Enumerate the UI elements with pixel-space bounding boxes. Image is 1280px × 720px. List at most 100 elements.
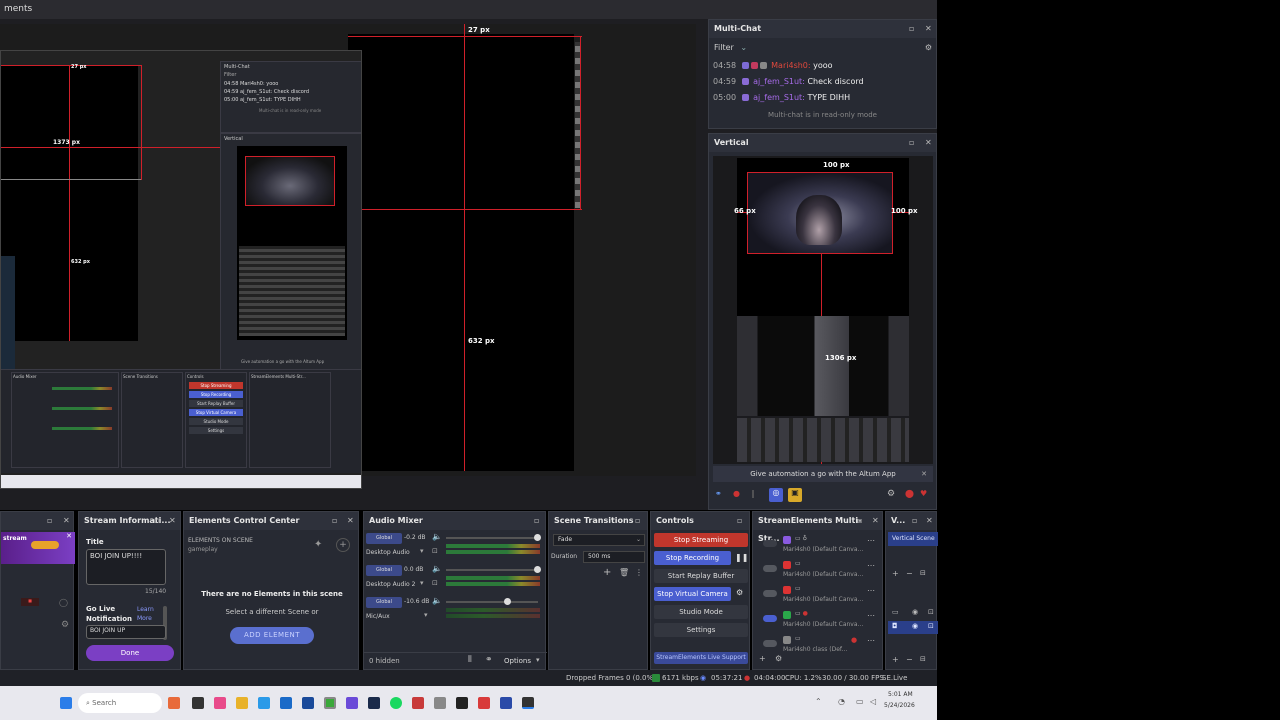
- studio-icon[interactable]: ▣: [788, 488, 802, 502]
- close-icon[interactable]: ✕: [926, 512, 933, 530]
- altum-banner[interactable]: Give automation a go with the Altum App …: [713, 466, 933, 482]
- multistream-row[interactable]: ▭ Mari4sh0 (Default Canva... ⋯: [753, 559, 884, 583]
- source-row[interactable]: ▭ ◉ ⊡: [888, 607, 938, 620]
- multistream-row[interactable]: ▭ ● Mari4sh0 (Default Canva... ⋯: [753, 609, 884, 633]
- toggle-switch[interactable]: [763, 540, 777, 547]
- learn-more-link[interactable]: Learn More: [137, 605, 159, 623]
- float-icon[interactable]: ▫: [154, 512, 159, 530]
- add-icon[interactable]: +: [892, 655, 899, 664]
- lock-icon[interactable]: ⊡: [432, 579, 438, 587]
- filter-icon[interactable]: ⊟: [920, 569, 926, 577]
- lock-icon[interactable]: ⊡: [432, 547, 438, 555]
- more-icon[interactable]: ⋯: [867, 586, 875, 595]
- app-icon[interactable]: [302, 697, 314, 709]
- float-icon[interactable]: ▫: [909, 134, 914, 152]
- filter-dropdown[interactable]: Filter: [714, 43, 734, 52]
- float-icon[interactable]: ▫: [635, 512, 640, 530]
- volume-slider[interactable]: [446, 569, 538, 571]
- done-button[interactable]: Done: [86, 645, 174, 661]
- vcam-icon[interactable]: ◎: [769, 488, 783, 502]
- stop-streaming-button[interactable]: Stop Streaming: [654, 533, 748, 547]
- add-icon[interactable]: +: [759, 654, 766, 663]
- more-icon[interactable]: ⋯: [867, 636, 875, 645]
- columns-icon[interactable]: ⫴: [468, 655, 472, 665]
- gear-icon[interactable]: ⚙: [736, 588, 743, 597]
- channel-global-tag[interactable]: Global: [366, 565, 402, 576]
- taskbar-search[interactable]: ⌕ Search: [78, 693, 162, 713]
- close-icon[interactable]: ✕: [921, 466, 927, 482]
- tray-icon[interactable]: ⌃: [815, 697, 822, 706]
- channel-global-tag[interactable]: Global: [366, 533, 402, 544]
- close-icon[interactable]: ✕: [169, 512, 176, 530]
- more-icon[interactable]: ⋯: [867, 561, 875, 570]
- explorer-icon[interactable]: [236, 697, 248, 709]
- stop-recording-button[interactable]: Stop Recording: [654, 551, 731, 565]
- close-icon[interactable]: ✕: [66, 532, 72, 540]
- chat-user[interactable]: aj_fem_S1ut:: [753, 77, 805, 86]
- spotify-icon[interactable]: [390, 697, 402, 709]
- close-icon[interactable]: ✕: [347, 512, 354, 530]
- more-icon[interactable]: ⋮: [635, 568, 643, 577]
- edge-icon[interactable]: [258, 697, 270, 709]
- se-support-button[interactable]: StreamElements Live Support: [654, 652, 748, 664]
- gear-icon[interactable]: ⚙: [61, 620, 69, 630]
- chain-icon[interactable]: ⚭: [715, 489, 727, 501]
- more-icon[interactable]: ⋯: [867, 611, 875, 620]
- close-icon[interactable]: ✕: [925, 134, 932, 152]
- filter-icon[interactable]: ⊟: [920, 655, 926, 663]
- chat-user[interactable]: Mari4sh0:: [771, 61, 810, 70]
- speaker-icon[interactable]: 🔈: [432, 532, 442, 541]
- float-icon[interactable]: ▫: [912, 512, 917, 530]
- multistream-row[interactable]: ▭ Mari4sh0 (Default Canva... ⋯: [753, 584, 884, 608]
- app-icon[interactable]: [478, 697, 490, 709]
- gear-icon[interactable]: ⚙: [887, 489, 895, 499]
- stream-banner[interactable]: stream ✕: [1, 532, 75, 564]
- capcut-icon[interactable]: [456, 697, 468, 709]
- pause-icon[interactable]: ‖: [751, 489, 763, 501]
- speaker-icon[interactable]: 🔈: [432, 596, 442, 605]
- settings-icon[interactable]: [434, 697, 446, 709]
- clock-time[interactable]: 5:01 AM: [888, 691, 913, 698]
- settings-button[interactable]: Settings: [654, 623, 748, 637]
- stream-icon[interactable]: ⬤: [905, 489, 914, 498]
- add-icon[interactable]: +: [603, 567, 611, 578]
- toggle-switch[interactable]: [763, 590, 777, 597]
- speaker-icon[interactable]: 🔈: [432, 564, 442, 573]
- vertical-preview[interactable]: 100 px 66 px 100 px 1306 px: [713, 156, 933, 464]
- eye-icon[interactable]: ◉: [912, 622, 918, 630]
- add-icon[interactable]: +: [336, 538, 350, 552]
- record-icon[interactable]: ●: [733, 489, 745, 501]
- replay-buffer-button[interactable]: Start Replay Buffer: [654, 569, 748, 583]
- go-live-input[interactable]: BOI JOIN UP: [86, 625, 166, 639]
- gear-icon[interactable]: ⚙: [925, 38, 932, 58]
- more-icon[interactable]: ⋯: [867, 536, 875, 545]
- chevron-down-icon[interactable]: ▾: [420, 547, 424, 555]
- app-icon[interactable]: [500, 697, 512, 709]
- volume-knob[interactable]: [534, 566, 541, 573]
- options-button[interactable]: Options: [504, 657, 531, 665]
- link-icon[interactable]: ⚭: [485, 655, 493, 665]
- volume-slider[interactable]: [446, 601, 538, 603]
- add-element-button[interactable]: ADD ELEMENT: [230, 627, 314, 644]
- copilot-icon[interactable]: [214, 697, 226, 709]
- lock-icon[interactable]: ⊡: [928, 608, 934, 616]
- volume-knob[interactable]: [504, 598, 511, 605]
- trash-icon[interactable]: 🗑: [619, 568, 629, 577]
- add-icon[interactable]: +: [892, 569, 899, 578]
- xbox-icon[interactable]: [324, 697, 336, 709]
- lock-icon[interactable]: ⊡: [928, 622, 934, 630]
- start-icon[interactable]: [60, 697, 72, 709]
- volume-knob[interactable]: [534, 534, 541, 541]
- chevron-down-icon[interactable]: ▾: [420, 579, 424, 587]
- remove-icon[interactable]: −: [906, 655, 913, 664]
- close-icon[interactable]: ✕: [925, 20, 932, 38]
- chevron-down-icon[interactable]: ▾: [424, 611, 428, 619]
- steam-icon[interactable]: [368, 697, 380, 709]
- task-view-icon[interactable]: [192, 697, 204, 709]
- eye-icon[interactable]: ◉: [912, 608, 918, 616]
- network-icon[interactable]: ▭: [856, 697, 864, 706]
- clock-date[interactable]: 5/24/2026: [884, 702, 915, 709]
- source-row[interactable]: ◘ ◉ ⊡: [888, 621, 938, 634]
- vertical-scene-item[interactable]: Vertical Scene: [888, 532, 938, 546]
- close-icon[interactable]: ✕: [872, 512, 879, 530]
